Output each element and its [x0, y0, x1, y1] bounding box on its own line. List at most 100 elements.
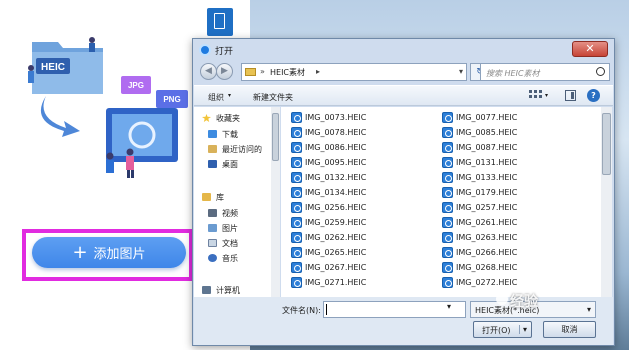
navigation-scrollbar[interactable]	[271, 107, 280, 297]
dialog-titlebar[interactable]: 打开 ✕	[193, 39, 614, 61]
file-item[interactable]: IMG_0271.HEIC	[291, 276, 441, 290]
file-name: IMG_0256.HEIC	[305, 203, 367, 212]
heic-file-icon	[291, 142, 302, 153]
sidebar-item-label: 文档	[222, 239, 238, 248]
heic-tag-text: HEIC	[41, 62, 65, 73]
navigation-bar: ◀ ▶ » HEIC素材 ▸ ▾ ↻ 搜索 HEIC素材	[198, 63, 610, 81]
file-item[interactable]: IMG_0272.HEIC	[442, 276, 592, 290]
file-name: IMG_0257.HEIC	[456, 203, 518, 212]
sidebar-item-desktop[interactable]: 桌面	[194, 157, 270, 171]
preview-pane-icon[interactable]	[565, 90, 576, 101]
file-name: IMG_0077.HEIC	[456, 113, 518, 122]
heic-file-icon	[442, 202, 453, 213]
file-name: IMG_0073.HEIC	[305, 113, 367, 122]
cancel-button[interactable]: 取消	[543, 321, 596, 338]
filename-dropdown-icon[interactable]: ▾	[447, 302, 451, 311]
file-name: IMG_0086.HEIC	[305, 143, 367, 152]
sidebar-item-label: 视频	[222, 209, 238, 218]
sidebar-item-recent[interactable]: 最近访问的	[194, 142, 270, 156]
forward-button[interactable]: ▶	[216, 63, 233, 80]
sidebar-item-label: 图片	[222, 224, 238, 233]
breadcrumb-chevron-icon[interactable]: ▸	[316, 67, 320, 76]
file-name: IMG_0179.HEIC	[456, 188, 518, 197]
desktop-file-icon[interactable]	[207, 8, 233, 36]
file-item[interactable]: IMG_0077.HEIC	[442, 111, 592, 125]
sidebar-item-pictures[interactable]: 图片	[194, 221, 270, 235]
add-image-button[interactable]: + 添加图片	[32, 237, 186, 268]
file-name: IMG_0267.HEIC	[305, 263, 367, 272]
file-list-scrollbar[interactable]	[601, 107, 612, 297]
help-icon[interactable]: ?	[587, 89, 600, 102]
file-name: IMG_0132.HEIC	[305, 173, 367, 182]
file-item[interactable]: IMG_0257.HEIC	[442, 201, 592, 215]
jpg-tag-text: JPG	[128, 81, 144, 90]
app-icon	[199, 44, 211, 56]
file-item[interactable]: IMG_0095.HEIC	[291, 156, 441, 170]
file-item[interactable]: IMG_0179.HEIC	[442, 186, 592, 200]
sidebar-item-videos[interactable]: 视频	[194, 206, 270, 220]
file-name: IMG_0263.HEIC	[456, 233, 518, 242]
open-button[interactable]: 打开(O) ▾	[473, 321, 532, 338]
sidebar-item-label: 库	[216, 193, 224, 202]
file-item[interactable]: IMG_0131.HEIC	[442, 156, 592, 170]
file-item[interactable]: IMG_0261.HEIC	[442, 216, 592, 230]
file-item[interactable]: IMG_0086.HEIC	[291, 141, 441, 155]
file-item[interactable]: IMG_0262.HEIC	[291, 231, 441, 245]
heic-file-icon	[442, 187, 453, 198]
sidebar-item-computer[interactable]: 计算机	[194, 283, 270, 297]
file-item[interactable]: IMG_0259.HEIC	[291, 216, 441, 230]
view-dropdown-icon[interactable]: ▾	[545, 92, 548, 99]
heic-file-icon	[442, 277, 453, 288]
file-item[interactable]: IMG_0266.HEIC	[442, 246, 592, 260]
breadcrumb-folder[interactable]: HEIC素材	[270, 67, 305, 78]
file-item[interactable]: IMG_0267.HEIC	[291, 261, 441, 275]
file-item[interactable]: IMG_0134.HEIC	[291, 186, 441, 200]
heic-file-icon	[291, 172, 302, 183]
sidebar-item-favorites[interactable]: 收藏夹	[194, 111, 270, 125]
file-item[interactable]: IMG_0132.HEIC	[291, 171, 441, 185]
file-name: IMG_0265.HEIC	[305, 248, 367, 257]
open-label: 打开(O)	[482, 326, 511, 335]
heic-file-icon	[442, 127, 453, 138]
file-item[interactable]: IMG_0087.HEIC	[442, 141, 592, 155]
sidebar-item-music[interactable]: 音乐	[194, 251, 270, 265]
sidebar-item-label: 计算机	[216, 286, 240, 295]
file-item[interactable]: IMG_0085.HEIC	[442, 126, 592, 140]
file-name: IMG_0087.HEIC	[456, 143, 518, 152]
search-input[interactable]: 搜索 HEIC素材	[480, 63, 610, 81]
sidebar-item-label: 下载	[222, 130, 238, 139]
filename-input[interactable]	[323, 301, 466, 318]
file-item[interactable]: IMG_0265.HEIC	[291, 246, 441, 260]
file-name: IMG_0134.HEIC	[305, 188, 367, 197]
sidebar-item-libraries[interactable]: 库	[194, 190, 270, 204]
file-name: IMG_0261.HEIC	[456, 218, 518, 227]
watermark-paw-icon	[496, 293, 508, 305]
heic-file-icon	[442, 142, 453, 153]
sidebar-item-documents[interactable]: 文档	[194, 236, 270, 250]
file-name: IMG_0078.HEIC	[305, 128, 367, 137]
open-dropdown-icon[interactable]: ▾	[518, 325, 527, 334]
chevron-down-icon[interactable]: ▾	[228, 92, 231, 99]
file-item[interactable]: IMG_0256.HEIC	[291, 201, 441, 215]
heic-file-icon	[291, 277, 302, 288]
address-bar[interactable]: » HEIC素材 ▸ ▾	[241, 63, 467, 81]
file-item[interactable]: IMG_0268.HEIC	[442, 261, 592, 275]
sidebar-item-downloads[interactable]: 下载	[194, 127, 270, 141]
address-dropdown-icon[interactable]: ▾	[459, 67, 463, 76]
file-item[interactable]: IMG_0263.HEIC	[442, 231, 592, 245]
file-item[interactable]: IMG_0078.HEIC	[291, 126, 441, 140]
file-name: IMG_0085.HEIC	[456, 128, 518, 137]
file-item[interactable]: IMG_0073.HEIC	[291, 111, 441, 125]
close-button[interactable]: ✕	[572, 41, 608, 57]
desktop-icon	[208, 160, 217, 168]
file-item[interactable]: IMG_0133.HEIC	[442, 171, 592, 185]
heic-file-icon	[291, 262, 302, 273]
folder-icon	[245, 68, 256, 76]
new-folder-button[interactable]: 新建文件夹	[253, 92, 293, 103]
sidebar-item-label: 桌面	[222, 160, 238, 169]
back-button[interactable]: ◀	[200, 63, 217, 80]
heic-file-icon	[291, 232, 302, 243]
view-options-icon[interactable]	[529, 90, 543, 102]
organize-button[interactable]: 组织	[208, 92, 224, 103]
search-icon	[596, 67, 605, 76]
